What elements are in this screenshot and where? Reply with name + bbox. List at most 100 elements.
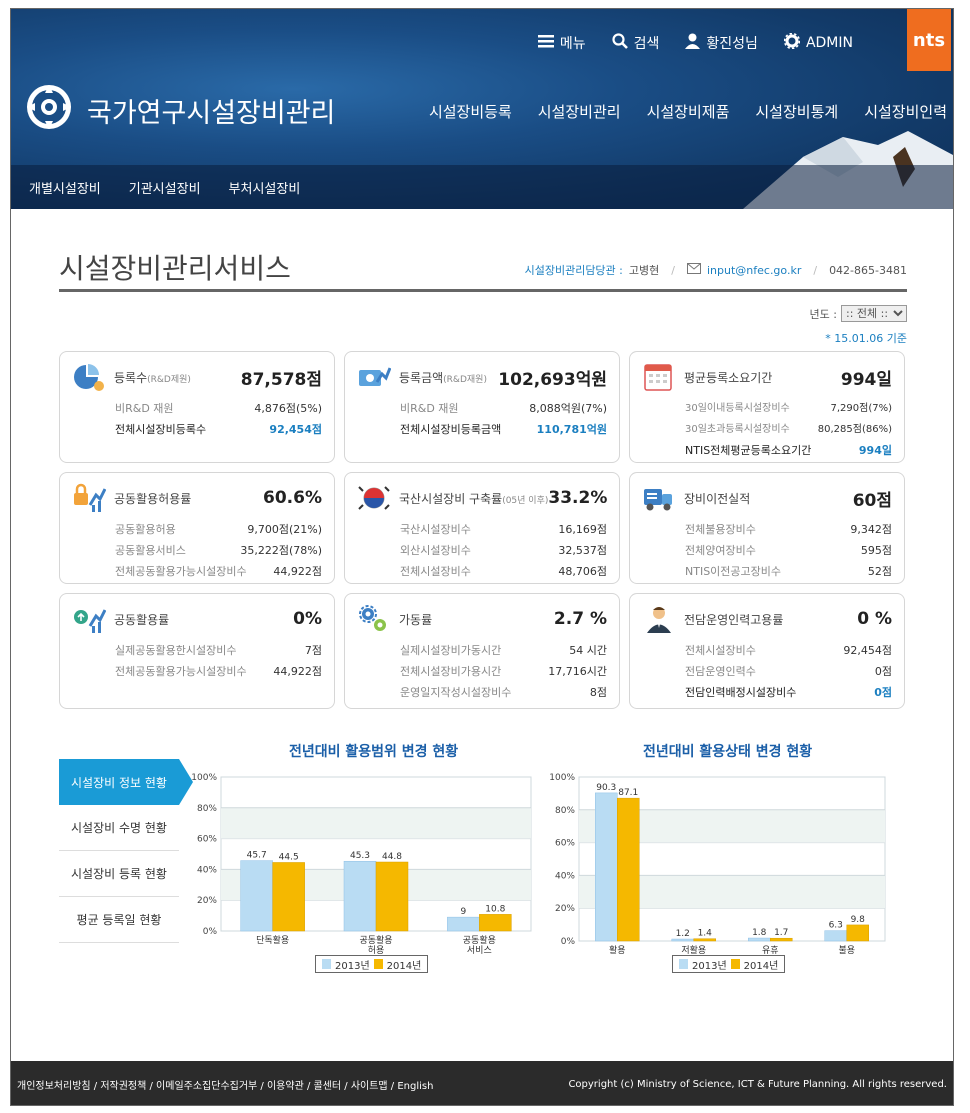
gnb-item-equipment-manage[interactable]: 시설장비관리	[538, 101, 621, 122]
stat-card: 국산시설장비 구축률(05년 이후) 33.2% 국산시설장비수 16,169점 외산시…	[344, 472, 620, 584]
menu-button[interactable]: 메뉴	[537, 33, 586, 53]
user-icon	[685, 33, 701, 53]
chart2-title: 전년대비 활용상태 변경 현황	[643, 744, 813, 760]
stat-card-head: 등록금액(R&D재원) 102,693억원	[357, 362, 607, 392]
data-label: 90.3	[596, 783, 616, 793]
x-tick-label: 단독활용	[256, 934, 289, 946]
site-title[interactable]: 국가연구시설장비관리	[87, 91, 335, 130]
gnb-item-equipment-product[interactable]: 시설장비제품	[647, 101, 730, 122]
global-nav: 시설장비등록 시설장비관리 시설장비제품 시설장비통계 시설장비인력	[429, 101, 947, 122]
stat-row-value: 595점	[860, 544, 892, 557]
stat-card: 공동활용률 0% 실제공동활용한시설장비수 7점 전체공동활용가능시설장비수 44,922…	[59, 593, 335, 709]
money-chart-icon	[357, 362, 392, 392]
stat-row-label: 전담운영인력수	[685, 665, 756, 678]
stat-row-label: 전체불용장비수	[685, 523, 756, 536]
contact-email[interactable]: input@nfec.go.kr	[707, 264, 801, 277]
stat-card-rows: 전체불용장비수 9,342점 전체양여장비수 595점 NTIS이전공고장비수 52점	[642, 519, 892, 582]
stat-row-value: 994일	[858, 444, 892, 457]
user-button[interactable]: 황진성님	[685, 33, 758, 53]
mail-icon	[686, 263, 701, 277]
stat-row-value: 35,222점(78%)	[240, 544, 322, 557]
stat-card-subtitle: (R&D재원)	[443, 374, 487, 385]
stat-card-head: 공동활용률 0%	[72, 604, 322, 634]
stat-card-head: 국산시설장비 구축률(05년 이후) 33.2%	[357, 483, 607, 513]
footer-links[interactable]: 개인정보처리방침 / 저작권정책 / 이메일주소집단수집거부 / 이용약관 / …	[17, 1077, 433, 1092]
stat-row-value: 0점	[874, 665, 892, 678]
stat-row: 30일이내등록시설장비수 7,290점(7%)	[685, 398, 892, 419]
stat-row-label: 전체공동활용가능시설장비수	[115, 665, 247, 678]
stat-row-value: 8점	[589, 686, 607, 699]
y-tick-label: 80%	[197, 804, 217, 814]
admin-button[interactable]: ADMIN	[783, 32, 853, 53]
stat-card: 공동활용허용률 60.6% 공동활용허용 9,700점(21%) 공동활용서비스 35,2…	[59, 472, 335, 584]
stat-row-label: 전체공동활용가능시설장비수	[115, 565, 247, 578]
stat-card-value: 102,693억원	[498, 369, 607, 390]
tab-equipment-register[interactable]: 시설장비 등록 현황	[59, 851, 179, 897]
legend-swatch-2013	[679, 959, 688, 969]
legend-swatch-2013	[322, 959, 331, 969]
stat-row-value: 7점	[304, 644, 322, 657]
stat-row: 전체시설장비등록수 92,454점	[115, 419, 322, 440]
sub-nav: 개별시설장비 기관시설장비 부처시설장비	[11, 165, 953, 209]
contact-label: 시설장비관리담당관 :	[524, 264, 623, 277]
stat-card-title: 국산시설장비 구축률(05년 이후)	[399, 491, 549, 506]
ntis-logo[interactable]: nts	[907, 9, 951, 71]
subnav-item-individual[interactable]: 개별시설장비	[29, 178, 101, 197]
data-label: 1.2	[676, 929, 690, 939]
bar	[595, 792, 618, 942]
stat-card-title: 장비이전실적	[684, 491, 751, 506]
stat-row-value: 9,342점	[850, 523, 892, 536]
chart-usage-scope: 0% 20% 40% 60% 80% 100% 45.7 44.5 단독활용 45.3 44.8 공동…	[191, 773, 532, 956]
data-label: 1.4	[698, 929, 713, 939]
bar	[240, 860, 273, 932]
data-label: 45.3	[350, 851, 370, 861]
gnb-item-equipment-register[interactable]: 시설장비등록	[429, 101, 512, 122]
tab-avg-register-days[interactable]: 평균 등록일 현황	[59, 897, 179, 943]
subnav-item-ministry[interactable]: 부처시설장비	[229, 178, 301, 197]
subnav-item-institution[interactable]: 기관시설장비	[129, 178, 201, 197]
data-label: 87.1	[618, 788, 638, 798]
year-select[interactable]: :: 전체 ::	[841, 305, 907, 322]
site-logo-icon[interactable]	[25, 83, 73, 131]
legend-swatch-2014	[730, 959, 740, 969]
stat-row: 실제시설장비가동시간 54 시간	[400, 640, 607, 661]
stat-card-title: 공동활용허용률	[114, 491, 192, 506]
lock-chart-icon	[72, 483, 107, 513]
stat-row-label: 외산시설장비수	[400, 544, 471, 557]
tab-equipment-lifespan[interactable]: 시설장비 수명 현황	[59, 805, 179, 851]
stat-row-label: 전체시설장비등록금액	[400, 423, 502, 436]
year-filter: 년도 : :: 전체 ::	[810, 305, 907, 322]
stat-card-value: 60.6%	[263, 488, 322, 508]
gnb-item-equipment-stats[interactable]: 시설장비통계	[755, 101, 838, 122]
tab-equipment-info[interactable]: 시설장비 정보 현황	[59, 759, 193, 805]
stat-row: 전체양여장비수 595점	[685, 540, 892, 561]
legend-label-2013: 2013년	[335, 960, 370, 972]
share-chart-icon	[72, 604, 107, 634]
gnb-item-equipment-staff[interactable]: 시설장비인력	[864, 101, 947, 122]
x-tick-label: 서비스	[467, 945, 492, 956]
stat-row: 운영일지작성시설장비수 8점	[400, 682, 607, 703]
bar	[343, 860, 377, 932]
stat-row-value: 9,700점(21%)	[247, 523, 322, 536]
stat-row: 30일초과등록시설장비수 80,285점(86%)	[685, 419, 892, 440]
y-tick-label: 20%	[555, 904, 575, 914]
stat-card: 등록금액(R&D재원) 102,693억원 비R&D 재원 8,088억원(7%) 전체…	[344, 351, 620, 463]
y-tick-label: 100%	[191, 773, 217, 783]
stat-card: 평균등록소요기간 994일 30일이내등록시설장비수 7,290점(7%) 30일초과등…	[629, 351, 905, 463]
page-frame: 메뉴 검색 황진성님 ADMIN nts 국가연구시설장비관리 시설장비등록 시…	[10, 8, 954, 1106]
stat-row-value: 7,290점(7%)	[830, 403, 893, 414]
divider: /	[671, 263, 675, 277]
x-tick-label: 활용	[609, 944, 626, 956]
stat-card-rows: 비R&D 재원 4,876점(5%) 전체시설장비등록수 92,454점	[72, 398, 322, 440]
page-title: 시설장비관리서비스	[59, 252, 291, 285]
stat-card-value: 87,578점	[240, 369, 322, 390]
stat-card-title: 공동활용률	[114, 612, 170, 627]
search-label: 검색	[633, 36, 660, 52]
stat-row-label: 운영일지작성시설장비수	[400, 686, 512, 699]
stat-card-value: 33.2%	[548, 488, 608, 508]
stat-row-value: 44,922점	[273, 565, 322, 578]
korea-flag-icon	[357, 483, 391, 513]
stat-card: 전담운영인력고용률 0 % 전체시설장비수 92,454점 전담운영인력수 0점 전담인력배…	[629, 593, 905, 709]
stat-row: 외산시설장비수 32,537점	[400, 540, 607, 561]
search-button[interactable]: 검색	[612, 33, 660, 53]
